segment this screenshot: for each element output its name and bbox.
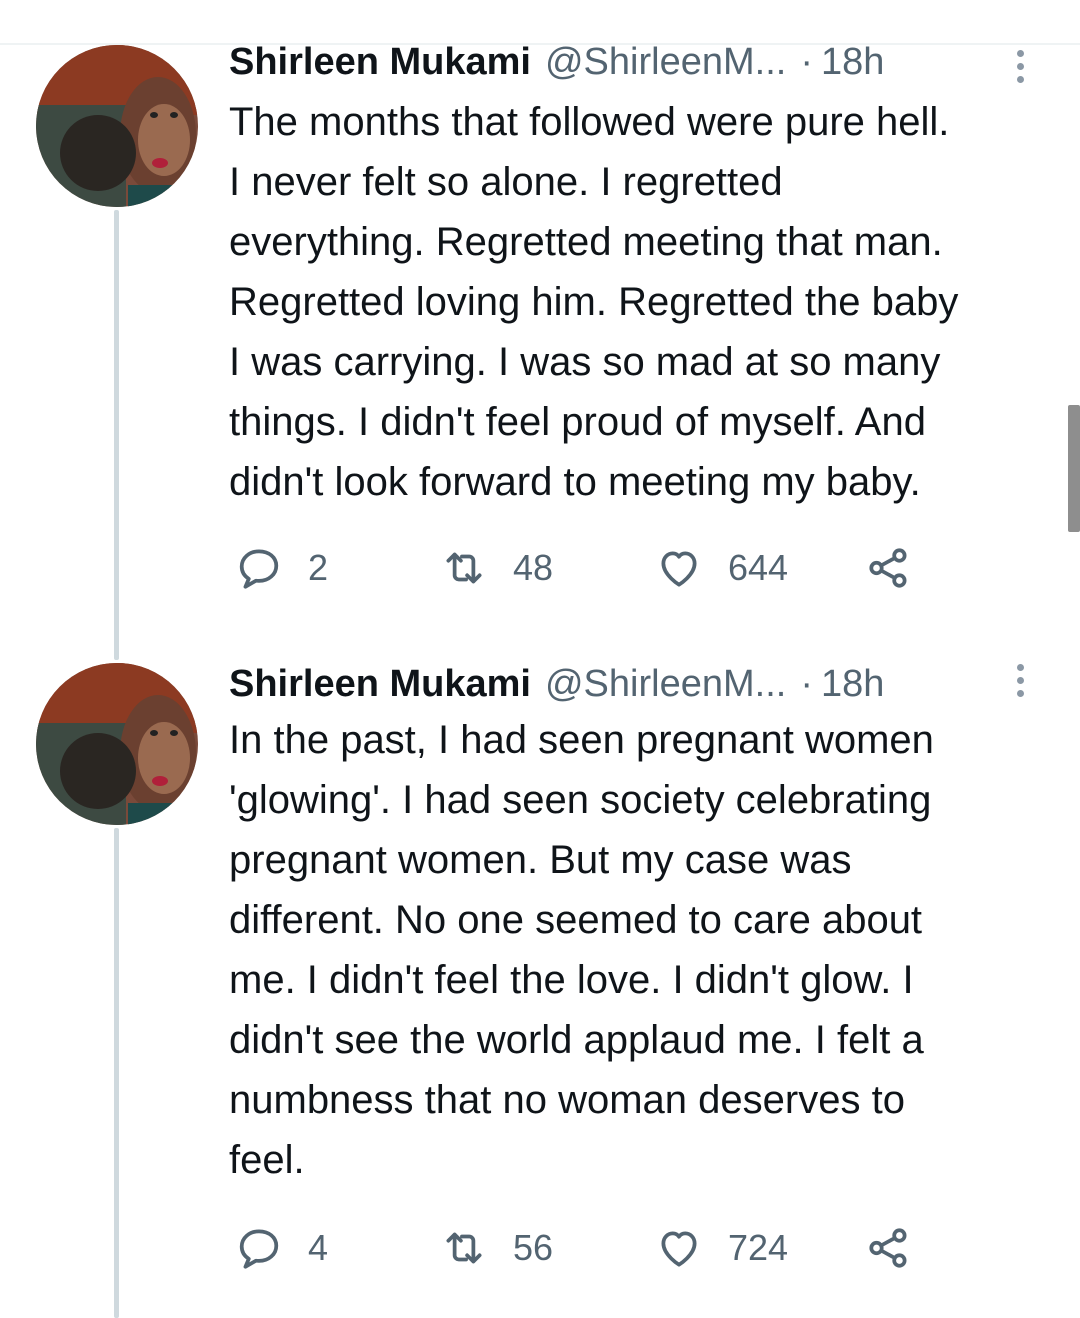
more-vertical-icon[interactable] bbox=[1012, 664, 1028, 697]
share-button[interactable] bbox=[864, 540, 914, 596]
share-button[interactable] bbox=[864, 1220, 914, 1276]
tweet-header: Shirleen Mukami @ShirleenM... · 18h bbox=[229, 40, 1049, 84]
timestamp[interactable]: 18h bbox=[821, 41, 884, 84]
scrollbar-thumb[interactable] bbox=[1068, 405, 1080, 532]
heart-icon bbox=[661, 551, 697, 587]
thread-connector-line bbox=[114, 210, 119, 660]
reply-icon bbox=[239, 549, 279, 589]
tweet[interactable]: Shirleen Mukami @ShirleenM... · 18h The … bbox=[0, 40, 1080, 660]
tweet-text-line: everything. Regretted meeting that man. bbox=[229, 220, 943, 264]
like-count: 644 bbox=[728, 547, 789, 588]
retweet-icon bbox=[446, 1232, 482, 1264]
tweet-text-line: didn't see the world applaud me. I felt … bbox=[229, 1018, 924, 1062]
tweet-text-line: Regretted loving him. Regretted the baby bbox=[229, 280, 959, 324]
tweet-text-line: 'glowing'. I had seen society celebratin… bbox=[229, 778, 932, 822]
more-vertical-icon[interactable] bbox=[1012, 50, 1028, 83]
retweet-button[interactable]: 48 bbox=[439, 540, 553, 596]
like-button[interactable]: 644 bbox=[654, 540, 788, 596]
like-count: 724 bbox=[728, 1227, 789, 1268]
tweet-text-line: numbness that no woman deserves to bbox=[229, 1078, 905, 1122]
tweet-text: In the past, I had seen pregnant women '… bbox=[229, 710, 1059, 1190]
separator-dot: · bbox=[800, 40, 813, 83]
display-name[interactable]: Shirleen Mukami bbox=[229, 41, 531, 84]
share-icon bbox=[869, 548, 907, 588]
retweet-count: 48 bbox=[513, 547, 554, 588]
reply-count: 4 bbox=[308, 1227, 329, 1268]
user-handle[interactable]: @ShirleenM... bbox=[545, 41, 786, 84]
reply-button[interactable]: 2 bbox=[234, 540, 328, 596]
tweet-header: Shirleen Mukami @ShirleenM... · 18h bbox=[229, 662, 1049, 706]
tweet-text-line: In the past, I had seen pregnant women bbox=[229, 718, 934, 762]
retweet-button[interactable]: 56 bbox=[439, 1220, 553, 1276]
tweet-text-line: different. No one seemed to care about bbox=[229, 898, 923, 942]
tweet-text-line: The months that followed were pure hell. bbox=[229, 100, 950, 144]
tweet-text-line: didn't look forward to meeting my baby. bbox=[229, 460, 921, 504]
reply-icon bbox=[239, 1229, 279, 1269]
tweet-text-line: I never felt so alone. I regretted bbox=[229, 160, 783, 204]
avatar[interactable] bbox=[36, 663, 198, 825]
like-button[interactable]: 724 bbox=[654, 1220, 788, 1276]
share-icon bbox=[869, 1228, 907, 1268]
retweet-count: 56 bbox=[513, 1227, 554, 1268]
tweet-text: The months that followed were pure hell.… bbox=[229, 92, 1059, 512]
display-name[interactable]: Shirleen Mukami bbox=[229, 663, 531, 706]
tweet-text-line: things. I didn't feel proud of myself. A… bbox=[229, 400, 926, 444]
tweet-text-line: I was carrying. I was so mad at so many bbox=[229, 340, 941, 384]
avatar[interactable] bbox=[36, 45, 198, 207]
reply-button[interactable]: 4 bbox=[234, 1220, 328, 1276]
separator-dot: · bbox=[800, 662, 813, 705]
tweet-text-line: feel. bbox=[229, 1138, 305, 1182]
reply-count: 2 bbox=[308, 547, 329, 588]
tweet-text-line: me. I didn't feel the love. I didn't glo… bbox=[229, 958, 914, 1002]
tweet-actions: 2 48 644 bbox=[229, 540, 1049, 596]
user-handle[interactable]: @ShirleenM... bbox=[545, 663, 786, 706]
tweet[interactable]: Shirleen Mukami @ShirleenM... · 18h In t… bbox=[0, 658, 1080, 1318]
timestamp[interactable]: 18h bbox=[821, 663, 884, 706]
heart-icon bbox=[661, 1231, 697, 1267]
retweet-icon bbox=[446, 552, 482, 584]
thread-connector-line bbox=[114, 828, 119, 1318]
tweet-text-line: pregnant women. But my case was bbox=[229, 838, 852, 882]
tweet-actions: 4 56 724 bbox=[229, 1220, 1049, 1276]
